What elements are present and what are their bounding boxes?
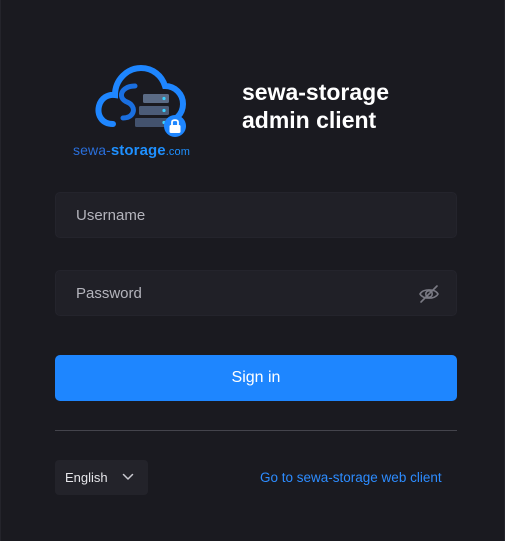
chevron-down-icon — [122, 473, 134, 480]
username-input[interactable] — [56, 193, 456, 237]
logo-wordmark: sewa-storage.com — [73, 142, 190, 159]
password-input[interactable] — [56, 271, 456, 315]
app-title: sewa-storage admin client — [242, 78, 389, 134]
sign-in-button[interactable]: Sign in — [55, 355, 457, 401]
logo-wordmark-part-1: sewa- — [73, 142, 111, 158]
cloud-server-lock-icon — [95, 64, 187, 137]
logo-wordmark-part-2: storage — [110, 142, 166, 159]
divider — [55, 430, 457, 431]
brand-logo: sewa-storage.com — [71, 64, 203, 160]
username-field — [55, 192, 457, 238]
logo-wordmark-part-3: .com — [165, 146, 190, 158]
eye-off-icon[interactable] — [418, 283, 440, 305]
web-client-link[interactable]: Go to sewa-storage web client — [260, 470, 442, 485]
language-select-value: English — [65, 470, 108, 485]
login-card: sewa-storage.com sewa-storage admin clie… — [0, 0, 505, 541]
password-field — [55, 270, 457, 316]
language-select[interactable]: English — [55, 460, 148, 495]
app-title-line-1: sewa-storage — [242, 79, 390, 105]
app-title-line-2: admin client — [242, 107, 377, 133]
